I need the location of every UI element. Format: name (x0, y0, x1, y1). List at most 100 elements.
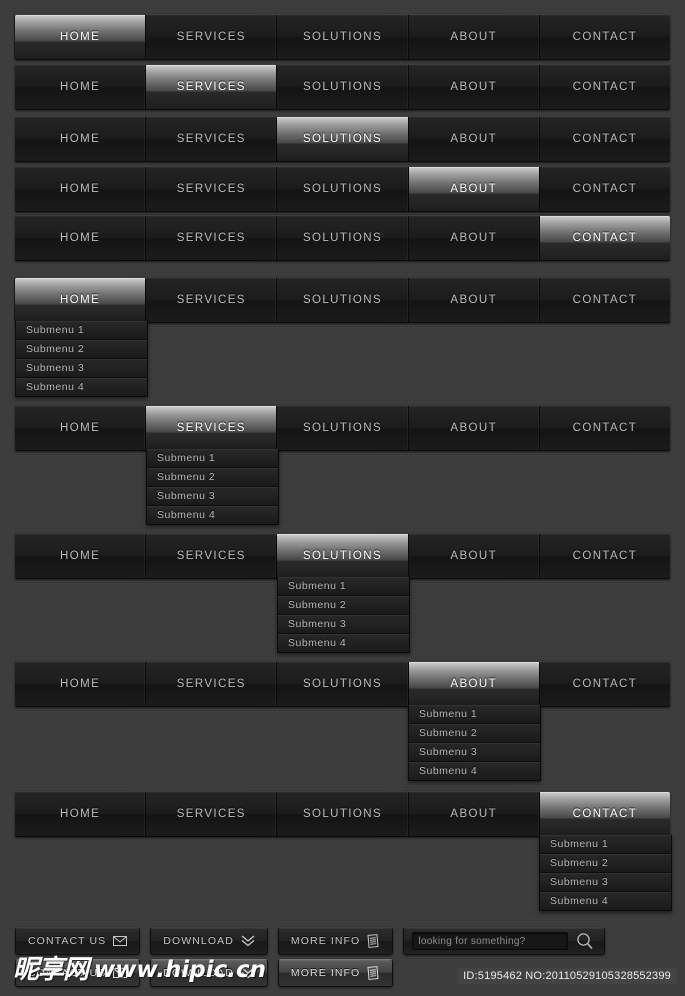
nav-tab-home[interactable]: HOME (15, 406, 147, 450)
submenu-item-3[interactable]: Submenu 3 (409, 743, 540, 762)
submenu-item-3[interactable]: Submenu 3 (16, 359, 147, 378)
nav-tab-about[interactable]: ABOUT (409, 792, 540, 836)
nav-tab-about[interactable]: ABOUT (409, 65, 540, 109)
submenu-item-2[interactable]: Submenu 2 (16, 340, 147, 359)
nav-tab-home[interactable]: HOME (15, 662, 147, 706)
nav-tab-about[interactable]: ABOUT (409, 117, 540, 161)
nav-tab-services[interactable]: SERVICES (146, 216, 278, 260)
submenu-item-2[interactable]: Submenu 2 (409, 724, 540, 743)
submenu-item-4[interactable]: Submenu 4 (409, 762, 540, 780)
submenu-item-1[interactable]: Submenu 1 (540, 835, 671, 854)
nav-tab-contact[interactable]: CONTACT (540, 534, 670, 578)
nav-tab-solutions[interactable]: SOLUTIONS (277, 15, 409, 59)
submenu-item-3[interactable]: Submenu 3 (147, 487, 278, 506)
submenu-panel: Submenu 1 Submenu 2 Submenu 3 Submenu 4 (15, 321, 148, 397)
submenu-item-4[interactable]: Submenu 4 (540, 892, 671, 910)
nav-tab-contact[interactable]: CONTACT (540, 662, 670, 706)
nav-tab-home[interactable]: HOME (15, 65, 147, 109)
nav-tab-home[interactable]: HOME (15, 216, 147, 260)
nav-row-10: HOME SERVICES SOLUTIONS ABOUT CONTACT Submenu… (15, 791, 672, 911)
nav-tab-home[interactable]: HOME (15, 15, 147, 59)
nav-tab-contact[interactable]: CONTACT (540, 406, 670, 450)
download-button[interactable]: DOWNLOAD (150, 927, 268, 955)
contact-us-label: CONTACT US (28, 935, 107, 947)
nav-bar: HOME SERVICES SOLUTIONS ABOUT CONTACT (15, 533, 670, 579)
submenu-item-4[interactable]: Submenu 4 (147, 506, 278, 524)
search-box[interactable] (403, 927, 606, 955)
nav-row-3: HOME SERVICES SOLUTIONS ABOUT CONTACT (15, 116, 670, 162)
nav-tab-solutions[interactable]: SOLUTIONS (277, 278, 409, 322)
nav-bar: HOME SERVICES SOLUTIONS ABOUT CONTACT (15, 277, 670, 323)
nav-bar: HOME SERVICES SOLUTIONS ABOUT CONTACT (15, 14, 670, 60)
download-label-hover: DOWNLOAD (163, 967, 234, 979)
nav-tab-services[interactable]: SERVICES (146, 406, 278, 450)
nav-tab-solutions[interactable]: SOLUTIONS (277, 534, 409, 578)
search-input[interactable] (412, 932, 569, 950)
nav-tab-about[interactable]: ABOUT (409, 15, 540, 59)
nav-tab-solutions[interactable]: SOLUTIONS (277, 117, 409, 161)
submenu-item-2[interactable]: Submenu 2 (278, 596, 409, 615)
button-row-hover: CONTACT US DOWNLOAD MORE INFO (15, 959, 403, 987)
submenu-item-4[interactable]: Submenu 4 (278, 634, 409, 652)
nav-tab-solutions[interactable]: SOLUTIONS (277, 662, 409, 706)
submenu-item-1[interactable]: Submenu 1 (16, 321, 147, 340)
nav-tab-services[interactable]: SERVICES (146, 534, 278, 578)
nav-tab-home[interactable]: HOME (15, 167, 147, 211)
nav-tab-services[interactable]: SERVICES (146, 792, 278, 836)
nav-tab-home[interactable]: HOME (15, 792, 147, 836)
nav-tab-solutions[interactable]: SOLUTIONS (277, 65, 409, 109)
nav-tab-about[interactable]: ABOUT (408, 662, 540, 706)
nav-tab-about[interactable]: ABOUT (409, 406, 540, 450)
nav-tab-contact[interactable]: CONTACT (540, 278, 670, 322)
download-button-hover[interactable]: DOWNLOAD (150, 959, 268, 987)
search-button[interactable] (572, 930, 598, 952)
nav-tab-contact[interactable]: CONTACT (540, 65, 670, 109)
nav-tab-home[interactable]: HOME (15, 534, 147, 578)
nav-bar: HOME SERVICES SOLUTIONS ABOUT CONTACT (15, 64, 670, 110)
submenu-item-1[interactable]: Submenu 1 (147, 449, 278, 468)
more-info-button-hover[interactable]: MORE INFO (277, 959, 394, 987)
nav-tab-home[interactable]: HOME (15, 278, 147, 322)
nav-tab-services[interactable]: SERVICES (146, 278, 278, 322)
nav-tab-contact[interactable]: CONTACT (540, 117, 670, 161)
envelope-icon (113, 968, 128, 978)
nav-tab-about[interactable]: ABOUT (409, 216, 540, 260)
more-info-button[interactable]: MORE INFO (277, 927, 394, 955)
nav-tab-home[interactable]: HOME (15, 117, 147, 161)
nav-tab-services[interactable]: SERVICES (146, 662, 278, 706)
nav-row-2: HOME SERVICES SOLUTIONS ABOUT CONTACT (15, 64, 670, 110)
nav-tab-services[interactable]: SERVICES (146, 117, 278, 161)
nav-tab-contact[interactable]: CONTACT (540, 167, 670, 211)
nav-row-7: HOME SERVICES SOLUTIONS ABOUT CONTACT Submenu… (15, 405, 670, 525)
id-tag: ID:5195462 NO:20110529105328552399 (457, 968, 677, 984)
nav-tab-services[interactable]: SERVICES (146, 15, 278, 59)
submenu-item-3[interactable]: Submenu 3 (540, 873, 671, 892)
nav-tab-about[interactable]: ABOUT (409, 278, 540, 322)
nav-tab-solutions[interactable]: SOLUTIONS (277, 792, 409, 836)
contact-us-button-hover[interactable]: CONTACT US (15, 959, 141, 987)
nav-row-8: HOME SERVICES SOLUTIONS ABOUT CONTACT Submenu… (15, 533, 670, 653)
nav-tab-about[interactable]: ABOUT (408, 167, 540, 211)
submenu-panel: Submenu 1 Submenu 2 Submenu 3 Submenu 4 (408, 705, 541, 781)
nav-tab-solutions[interactable]: SOLUTIONS (277, 216, 409, 260)
nav-tab-solutions[interactable]: SOLUTIONS (277, 406, 409, 450)
nav-tab-services[interactable]: SERVICES (146, 65, 278, 109)
submenu-item-2[interactable]: Submenu 2 (540, 854, 671, 873)
nav-tab-contact[interactable]: CONTACT (540, 15, 670, 59)
nav-tab-solutions[interactable]: SOLUTIONS (277, 167, 409, 211)
submenu-item-3[interactable]: Submenu 3 (278, 615, 409, 634)
submenu-item-1[interactable]: Submenu 1 (278, 577, 409, 596)
contact-us-button[interactable]: CONTACT US (15, 927, 141, 955)
page-canvas: HOME SERVICES SOLUTIONS ABOUT CONTACT HOME SER… (0, 0, 685, 996)
more-info-label-hover: MORE INFO (290, 967, 361, 979)
nav-tab-contact[interactable]: CONTACT (539, 792, 671, 836)
nav-bar: HOME SERVICES SOLUTIONS ABOUT CONTACT (15, 116, 670, 162)
submenu-item-2[interactable]: Submenu 2 (147, 468, 278, 487)
nav-bar: HOME SERVICES SOLUTIONS ABOUT CONTACT (15, 405, 670, 451)
submenu-item-1[interactable]: Submenu 1 (409, 705, 540, 724)
submenu-item-4[interactable]: Submenu 4 (16, 378, 147, 396)
nav-tab-contact[interactable]: CONTACT (539, 216, 671, 260)
magnifier-icon (576, 932, 594, 950)
nav-tab-about[interactable]: ABOUT (409, 534, 540, 578)
nav-tab-services[interactable]: SERVICES (146, 167, 278, 211)
